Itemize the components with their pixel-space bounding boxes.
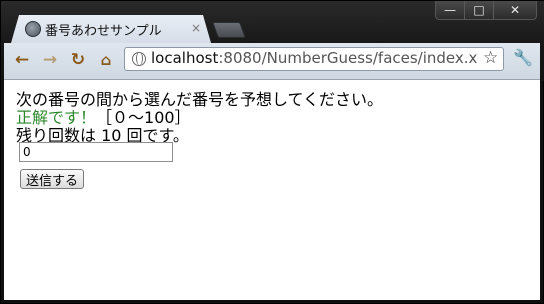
submit-button[interactable]: 送信する [20, 169, 85, 189]
tab-close-icon[interactable]: × [191, 21, 201, 35]
new-tab-button[interactable] [212, 22, 246, 38]
home-icon[interactable]: ⌂ [95, 49, 117, 71]
close-window-button[interactable]: ✕ [493, 1, 536, 19]
forward-arrow-icon[interactable]: → [39, 49, 61, 71]
reload-icon[interactable]: ↻ [67, 49, 89, 71]
wrench-icon[interactable]: 🔧 [513, 48, 533, 67]
star-icon[interactable]: ☆ [483, 48, 498, 68]
guess-input[interactable] [19, 142, 173, 162]
browser-window: — □ ✕ 番号あわせサンプル × ← → ↻ ⌂ localhost:8080… [0, 0, 544, 304]
window-caption-buttons: — □ ✕ [435, 1, 537, 20]
maximize-button[interactable]: □ [464, 1, 493, 19]
page-favicon-icon [25, 21, 41, 37]
minimize-button[interactable]: — [436, 1, 464, 19]
url-host: localhost [151, 49, 219, 67]
globe-icon [132, 52, 146, 66]
tab-title: 番号あわせサンプル [45, 24, 162, 39]
url-path: :8080/NumberGuess/faces/index.xht [218, 49, 477, 67]
url-text[interactable]: localhost:8080/NumberGuess/faces/index.x… [151, 49, 477, 67]
back-arrow-icon[interactable]: ← [11, 49, 33, 71]
page-content: 次の番号の間から選んだ番号を予想してください。 正解です！［０～100］ 残り回… [4, 80, 540, 300]
